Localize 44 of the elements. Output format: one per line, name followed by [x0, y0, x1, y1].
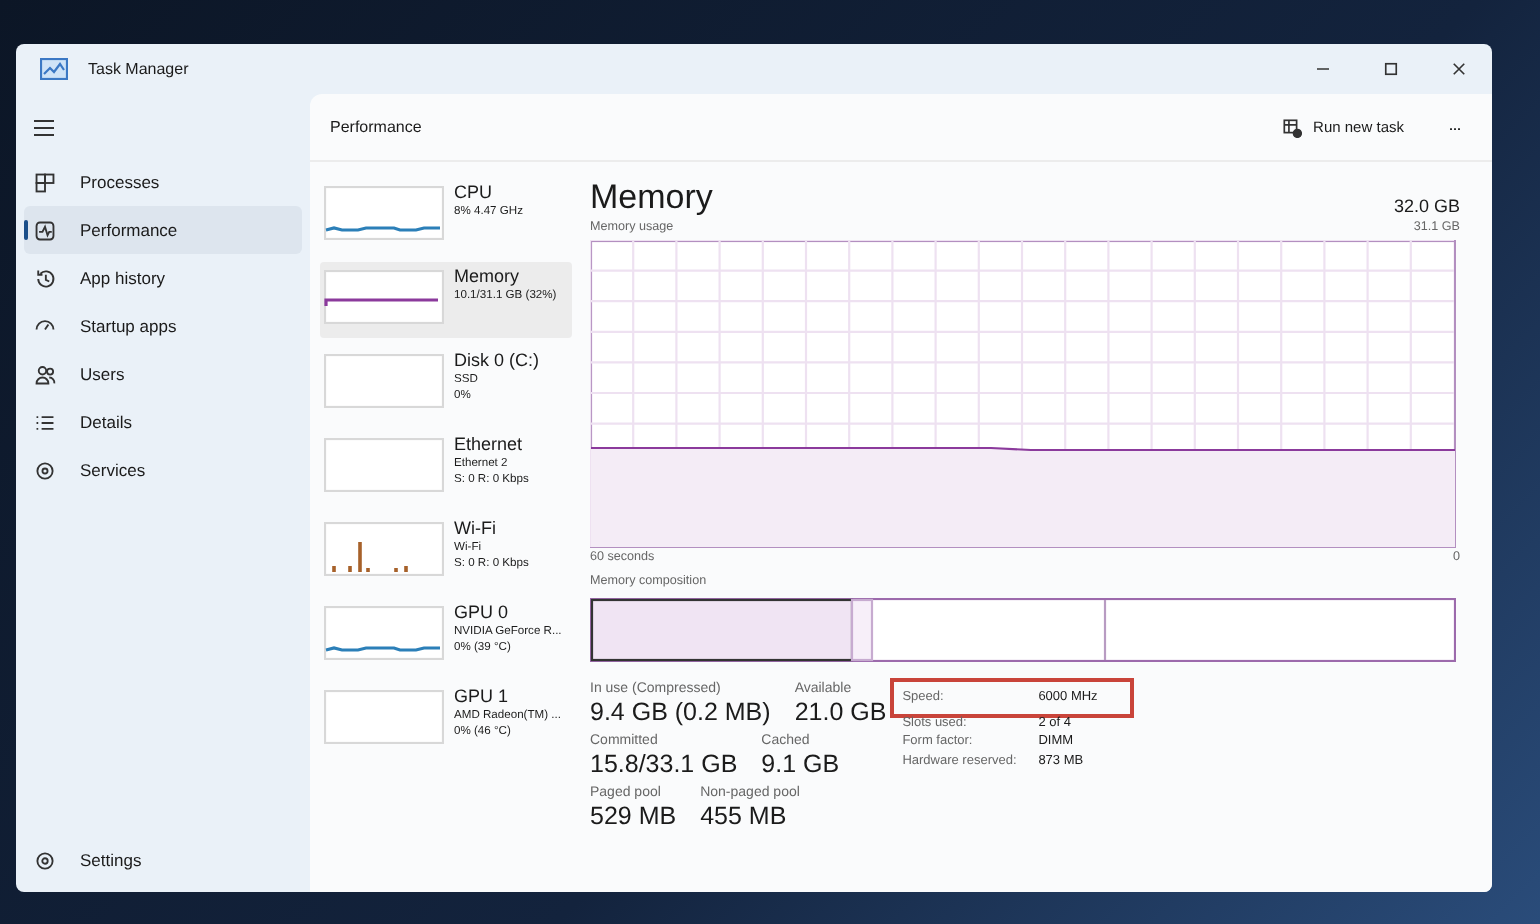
activity-graph	[324, 606, 444, 660]
total-memory: 32.0 GB	[1393, 194, 1460, 218]
close-icon	[1449, 60, 1467, 78]
pulse-chart-icon	[34, 219, 56, 241]
resource-title: Memory	[590, 178, 713, 218]
nav-item[interactable]: Performance	[24, 206, 302, 254]
activity-graph	[324, 186, 444, 240]
stat-value: 21.0 GB	[794, 696, 887, 730]
stat-value: 15.8/33.1 GB	[590, 748, 738, 782]
page-title: Performance	[330, 118, 422, 136]
stat-value: 529 MB	[590, 800, 677, 834]
settings-icon	[34, 849, 56, 871]
activity-graph	[324, 270, 444, 324]
nav-item[interactable]: Users	[24, 350, 302, 398]
app-logo-icon	[40, 58, 68, 80]
device-name: GPU 0	[454, 602, 511, 624]
device-name: GPU 1	[454, 686, 511, 708]
activity-graph	[324, 522, 444, 576]
window-title: Task Manager	[88, 60, 189, 78]
device-name: Memory	[454, 266, 522, 288]
maximize-icon	[1381, 60, 1399, 78]
nav-item[interactable]: Startup apps	[24, 302, 302, 350]
activity-graph	[324, 690, 444, 744]
selection-indicator	[24, 220, 28, 240]
nav-item[interactable]: Processes	[24, 158, 302, 206]
menu-icon	[32, 118, 56, 138]
list-icon	[34, 411, 56, 433]
nav-item[interactable]: App history	[24, 254, 302, 302]
grid-icon	[34, 171, 56, 193]
settings-item[interactable]: Settings	[24, 836, 302, 884]
device-name: Disk 0 (C:)	[454, 350, 539, 372]
nav-item[interactable]: Services	[24, 446, 302, 494]
users-icon	[34, 363, 56, 385]
clock-arrow-icon	[34, 267, 56, 289]
activity-graph	[324, 438, 444, 492]
device-name: Wi-Fi	[454, 518, 498, 540]
device-name: Ethernet	[454, 434, 525, 456]
stat-value: 9.1 GB	[761, 748, 840, 782]
device-name: CPU	[454, 182, 495, 204]
activity-graph	[324, 354, 444, 408]
more-options-button[interactable]: ···	[1436, 115, 1472, 139]
stat-value: 9.4 GB (0.2 MB)	[590, 696, 771, 730]
nav-item[interactable]: Details	[24, 398, 302, 446]
stat-value: 455 MB	[700, 800, 789, 834]
